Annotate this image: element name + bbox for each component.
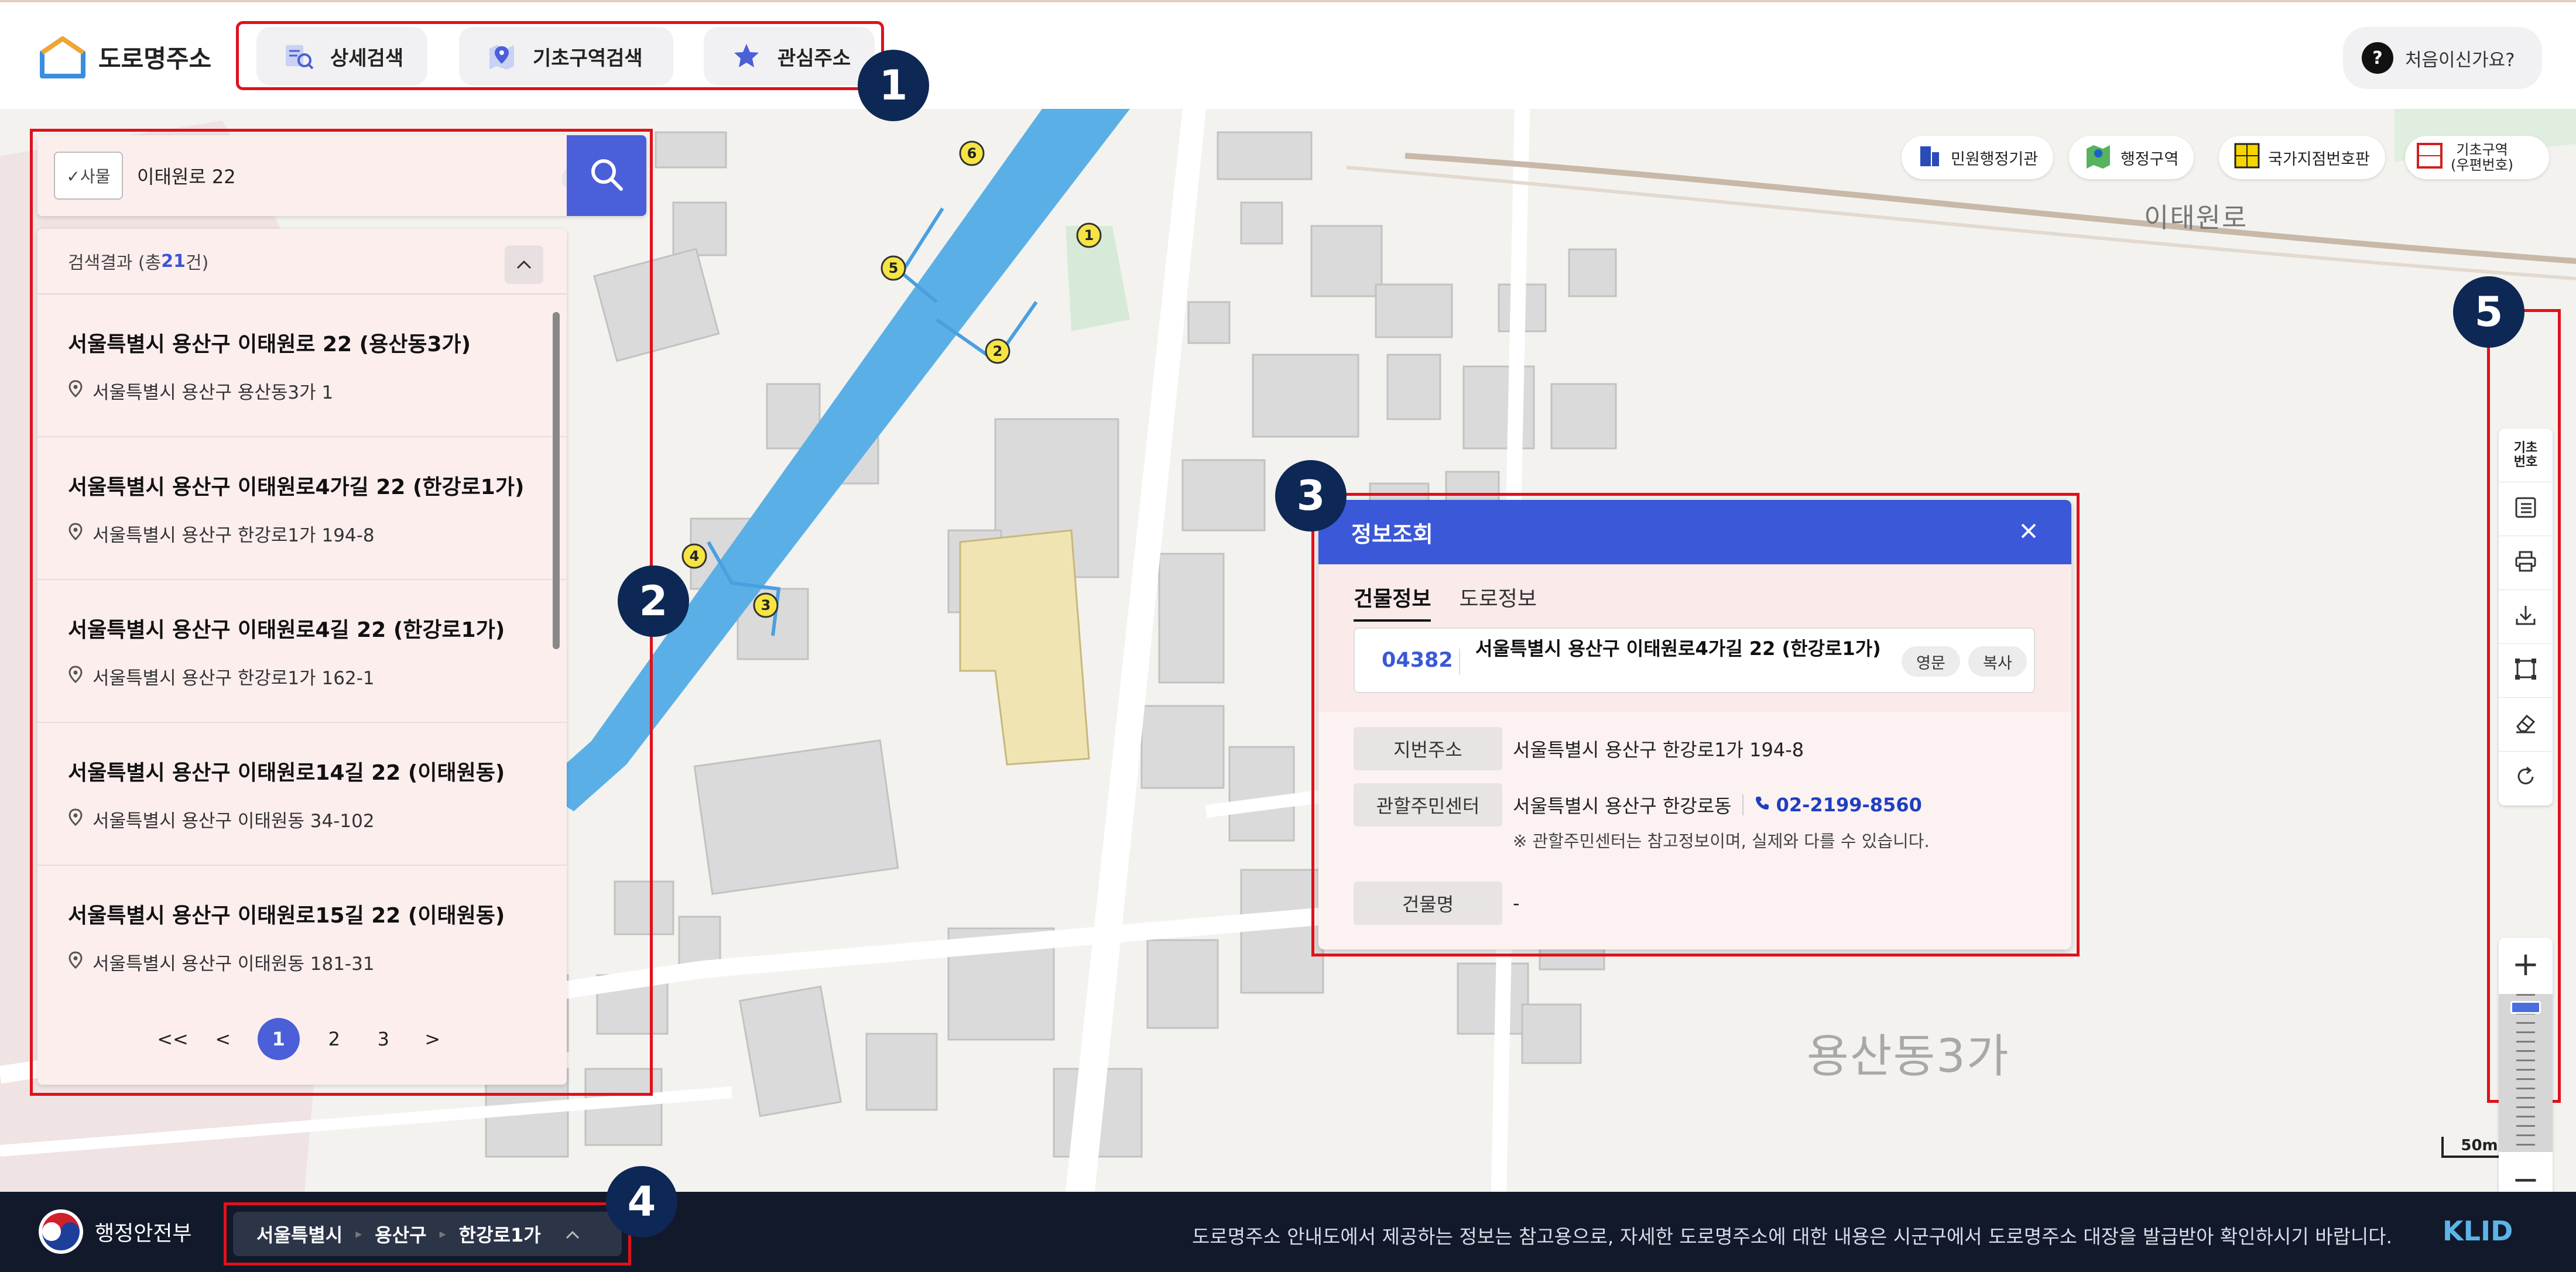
postal-code-icon <box>2417 142 2443 173</box>
footer-notice: 도로명주소 안내도에서 제공하는 정보는 참고용으로, 자세한 도로명주소에 대… <box>1192 1225 2393 1248</box>
site-logo[interactable]: 도로명주소 <box>39 35 211 78</box>
klid-logo: KLID <box>2443 1215 2513 1247</box>
callout-marker-1: 1 <box>858 50 929 121</box>
annotation-box-1 <box>236 21 884 90</box>
chip-civil-office[interactable]: 민원행정기관 <box>1902 136 2054 179</box>
chip-national-point-sign-label: 국가지점번호판 <box>2268 150 2370 169</box>
tool-refresh[interactable] <box>2499 752 2553 805</box>
tool-download[interactable] <box>2499 590 2553 644</box>
svg-text:6: 6 <box>967 145 977 162</box>
annotation-box-2 <box>30 129 653 1096</box>
chip-national-point-sign[interactable]: 국가지점번호판 <box>2219 136 2385 179</box>
tool-eraser[interactable] <box>2499 698 2553 752</box>
building-icon <box>1917 143 1943 173</box>
grid-sign-icon <box>2234 143 2260 173</box>
callout-marker-4: 4 <box>606 1166 677 1237</box>
tool-list[interactable] <box>2499 482 2553 536</box>
annotation-box-4 <box>224 1202 631 1266</box>
svg-text:4: 4 <box>690 548 700 564</box>
annotation-box-3 <box>1311 493 2080 956</box>
refresh-icon <box>2514 765 2537 792</box>
logo-text: 도로명주소 <box>98 44 212 73</box>
tool-area-select[interactable] <box>2499 644 2553 698</box>
ministry-logo[interactable]: 행정안전부 <box>39 1209 192 1254</box>
zoom-out-button[interactable]: − <box>2499 1153 2553 1192</box>
tool-zone-number[interactable]: 기초 번호 <box>2499 428 2553 482</box>
chip-admin-district-label: 행정구역 <box>2121 150 2179 169</box>
area-label-itaewon-ro: 이태원로 <box>2144 202 2248 234</box>
callout-marker-5: 5 <box>2453 276 2524 348</box>
chip-postal-zone[interactable]: 기초구역 (우편번호) <box>2405 136 2549 179</box>
top-header: 도로명주소 상세검색 기초구역검색 관심주소 ? 처음이신가요? <box>0 0 2576 109</box>
list-icon <box>2514 496 2537 523</box>
svg-text:5: 5 <box>889 260 899 276</box>
house-logo-icon <box>39 35 87 78</box>
question-icon: ? <box>2362 42 2393 74</box>
chip-postal-zone-label: 기초구역 (우편번호) <box>2451 142 2514 173</box>
chip-civil-office-label: 민원행정기관 <box>1951 150 2039 169</box>
download-icon <box>2514 604 2537 630</box>
eraser-icon <box>2514 711 2537 738</box>
svg-text:2: 2 <box>993 343 1003 359</box>
map-icon <box>2084 143 2112 173</box>
zoom-in-button[interactable]: + <box>2499 938 2553 990</box>
zoom-slider[interactable] <box>2499 994 2553 1152</box>
map-toolbar: 기초 번호 <box>2499 428 2553 805</box>
footer: 행정안전부 서울특별시 ▸ 용산구 ▸ 한강로1가 도로명주소 안내도에서 제공… <box>0 1192 2576 1272</box>
chip-admin-district[interactable]: 행정구역 <box>2069 136 2194 179</box>
svg-text:1: 1 <box>1084 227 1094 244</box>
callout-marker-2: 2 <box>618 565 689 637</box>
help-label: 처음이신가요? <box>2405 49 2515 71</box>
print-icon <box>2514 550 2537 577</box>
help-button[interactable]: ? 처음이신가요? <box>2343 27 2542 89</box>
svg-text:3: 3 <box>761 597 771 613</box>
area-label-yongsan-3ga: 용산동3가 <box>1807 1030 2010 1083</box>
ministry-name: 행정안전부 <box>95 1222 192 1246</box>
area-select-icon <box>2514 657 2537 684</box>
zoom-control: + − <box>2499 938 2553 1192</box>
taegeuk-emblem-icon <box>39 1209 83 1254</box>
callout-marker-3: 3 <box>1275 460 1347 532</box>
tool-print[interactable] <box>2499 536 2553 590</box>
zoom-slider-handle[interactable] <box>2510 1001 2541 1014</box>
zoom-ticks <box>2516 994 2535 1152</box>
